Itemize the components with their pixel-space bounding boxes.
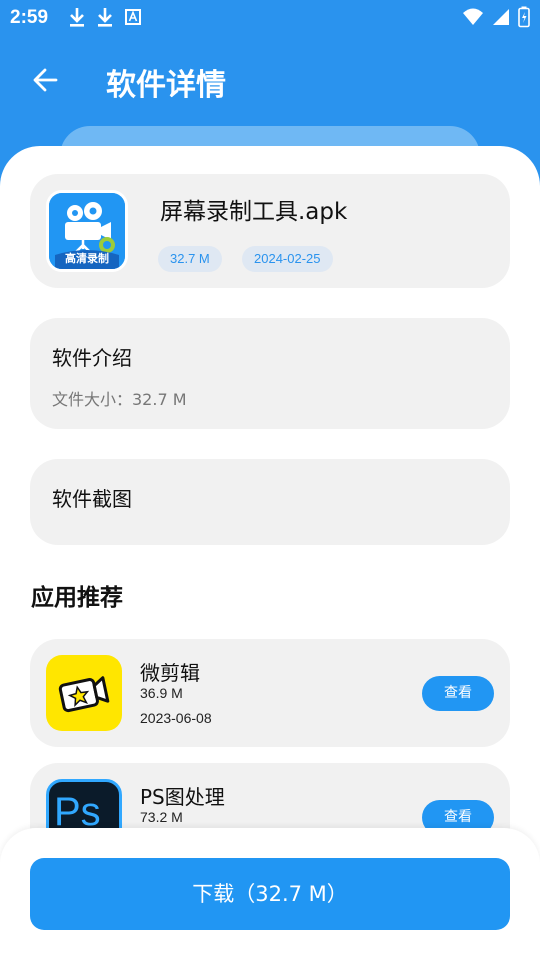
recommend-name: 微剪辑: [140, 661, 200, 685]
recommend-size: 36.9 M: [140, 685, 183, 701]
status-bar: 2:59: [0, 0, 540, 36]
notification-icons: [68, 6, 142, 28]
back-arrow-icon[interactable]: [28, 62, 64, 98]
system-icons: [462, 6, 530, 28]
intro-card: 软件介绍 文件大小：32.7 M: [30, 318, 510, 429]
recommend-date: 2023-06-08: [140, 710, 212, 726]
app-icon: [46, 655, 122, 731]
intro-title: 软件介绍: [52, 346, 132, 370]
screenshots-card: 软件截图: [30, 459, 510, 545]
recommend-title: 应用推荐: [31, 585, 123, 611]
recommend-size: 73.2 M: [140, 809, 183, 825]
app-info-card: 高清录制 屏幕录制工具.apk 32.7 M 2024-02-25: [30, 174, 510, 288]
wifi-icon: [463, 8, 483, 25]
file-size-text: 文件大小：32.7 M: [52, 390, 187, 409]
bottom-sheet: 下载（32.7 M）: [0, 828, 540, 960]
download-button[interactable]: 下载（32.7 M）: [30, 858, 510, 930]
download-icon: [70, 8, 84, 27]
battery-icon: [518, 6, 530, 28]
app-icon: 高清录制: [46, 190, 128, 272]
status-time: 2:59: [10, 7, 49, 28]
size-tag: 32.7 M: [158, 246, 222, 272]
screenshots-title: 软件截图: [52, 487, 132, 511]
video-star-icon: [46, 655, 122, 731]
recommend-name: PS图处理: [140, 785, 225, 809]
signal-icon: [493, 9, 509, 25]
view-button[interactable]: 查看: [422, 676, 494, 711]
list-item[interactable]: 微剪辑 36.9 M 2023-06-08 查看: [30, 639, 510, 747]
app-icon-caption: 高清录制: [65, 252, 109, 265]
download-icon: [98, 8, 112, 27]
font-badge-icon: [125, 9, 141, 25]
page-title: 软件详情: [106, 68, 226, 103]
date-tag: 2024-02-25: [242, 246, 333, 272]
app-name: 屏幕录制工具.apk: [160, 199, 348, 225]
